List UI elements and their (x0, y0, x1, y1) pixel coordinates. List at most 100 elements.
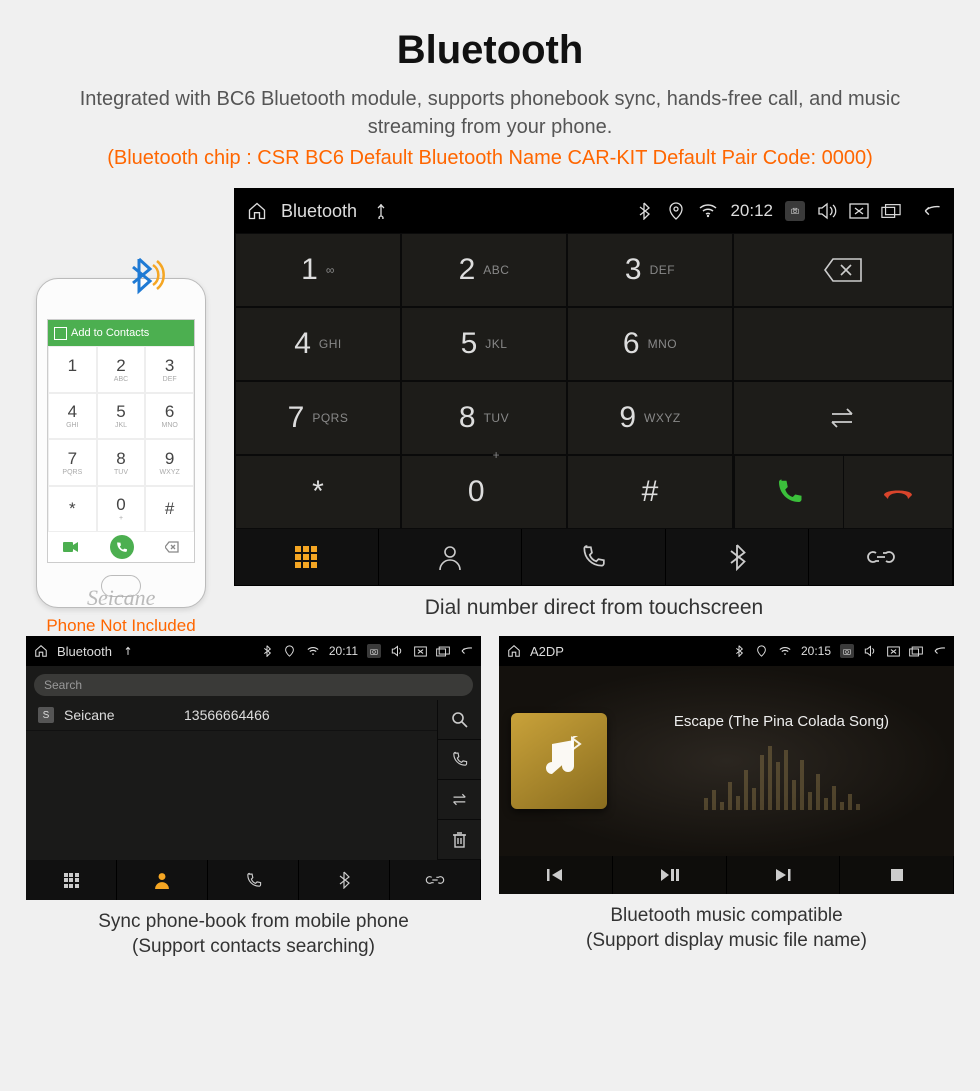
empty-side-1 (733, 307, 953, 381)
volume-icon[interactable] (390, 644, 404, 658)
location-icon (755, 644, 769, 658)
key-hash[interactable]: # (567, 455, 733, 529)
key-3[interactable]: 3DEF (567, 233, 733, 307)
key-1[interactable]: 1∞ (235, 233, 401, 307)
tab-keypad[interactable] (26, 860, 117, 900)
key-2[interactable]: 2ABC (401, 233, 567, 307)
tab-recents[interactable] (208, 860, 299, 900)
keypad-icon (295, 546, 317, 568)
key-9[interactable]: 9WXYZ (567, 381, 733, 455)
key-star[interactable]: * (235, 455, 401, 529)
contact-row[interactable]: S Seicane 13566664466 (26, 700, 437, 731)
page-title: Bluetooth (0, 0, 980, 73)
dialer-status-bar: Bluetooth 20:12 (235, 189, 953, 233)
music-controls (499, 856, 954, 894)
recent-apps-icon[interactable] (909, 644, 923, 658)
music-body: Escape (The Pina Colada Song) (499, 666, 954, 856)
key-7[interactable]: 7PQRS (235, 381, 401, 455)
play-pause-button[interactable] (613, 856, 727, 894)
phonebook-status-bar: Bluetooth 20:11 (26, 636, 481, 666)
status-title: A2DP (530, 644, 564, 659)
key-8[interactable]: 8TUV (401, 381, 567, 455)
phone-caption: Phone Not Included (46, 616, 195, 636)
phone-mockup-column: Add to Contacts 1 2ABC3DEF 4GHI5JKL6MNO … (26, 278, 216, 636)
key-6[interactable]: 6MNO (567, 307, 733, 381)
dial-grid: 1∞ 2ABC 3DEF 4GHI 5JKL 6MNO 7PQRS 8TUV 9… (235, 233, 953, 529)
keypad-icon (64, 873, 79, 888)
screenshot-icon[interactable] (367, 644, 381, 658)
stop-button[interactable] (840, 856, 954, 894)
tab-bluetooth[interactable] (299, 860, 390, 900)
swap-button[interactable] (733, 381, 953, 455)
phonebook-bottom-tabs (26, 860, 481, 900)
sync-button[interactable] (437, 780, 481, 820)
tab-contacts[interactable] (379, 529, 523, 585)
tab-contacts[interactable] (117, 860, 208, 900)
bluetooth-icon (728, 543, 746, 571)
wifi-icon (698, 201, 718, 221)
back-icon[interactable] (932, 644, 946, 658)
delete-button[interactable] (437, 820, 481, 860)
prev-button[interactable] (499, 856, 613, 894)
volume-icon[interactable] (863, 644, 877, 658)
dial-button[interactable] (437, 740, 481, 780)
tab-recents[interactable] (522, 529, 666, 585)
link-icon (866, 547, 896, 567)
phone-topbar-label: Add to Contacts (71, 327, 149, 339)
phone-outline-icon (580, 544, 606, 570)
search-button[interactable] (437, 700, 481, 740)
song-title: Escape (The Pina Colada Song) (621, 713, 942, 730)
home-icon[interactable] (507, 644, 521, 658)
phone-mockup: Add to Contacts 1 2ABC3DEF 4GHI5JKL6MNO … (36, 278, 206, 608)
status-time: 20:12 (730, 201, 773, 221)
screenshot-icon[interactable] (840, 644, 854, 658)
tab-keypad[interactable] (235, 529, 379, 585)
next-button[interactable] (727, 856, 841, 894)
phone-outline-icon (245, 872, 262, 889)
hangup-button[interactable] (843, 456, 952, 528)
status-title: Bluetooth (57, 644, 112, 659)
contact-initial: S (38, 707, 54, 723)
close-screen-icon[interactable] (413, 644, 427, 658)
person-icon (437, 543, 463, 571)
home-icon[interactable] (34, 644, 48, 658)
close-screen-icon[interactable] (849, 201, 869, 221)
usb-icon (371, 201, 391, 221)
back-icon[interactable] (921, 201, 941, 221)
wifi-icon (778, 644, 792, 658)
add-contact-icon (54, 327, 67, 340)
recent-apps-icon[interactable] (436, 644, 450, 658)
bluetooth-icon (338, 871, 350, 889)
music-status-bar: A2DP 20:15 (499, 636, 954, 666)
key-0[interactable]: 0+ (401, 455, 567, 529)
link-icon (425, 873, 445, 887)
recent-apps-icon[interactable] (881, 201, 901, 221)
backspace-button[interactable] (733, 233, 953, 307)
back-icon[interactable] (459, 644, 473, 658)
phone-call-button (110, 535, 134, 559)
screenshot-icon[interactable] (785, 201, 805, 221)
contacts-list: S Seicane 13566664466 (26, 700, 437, 860)
volume-icon[interactable] (817, 201, 837, 221)
tab-pair[interactable] (390, 860, 481, 900)
dialer-caption: Dial number direct from touchscreen (234, 586, 954, 636)
location-icon (666, 201, 686, 221)
tab-pair[interactable] (809, 529, 953, 585)
status-title: Bluetooth (281, 201, 357, 222)
status-time: 20:11 (329, 644, 358, 658)
call-button[interactable] (734, 456, 843, 528)
phonebook-unit: Bluetooth 20:11 Search S Seicane (26, 636, 481, 900)
home-icon[interactable] (247, 201, 267, 221)
key-4[interactable]: 4GHI (235, 307, 401, 381)
phone-keypad: 1 2ABC3DEF 4GHI5JKL6MNO 7PQRS8TUV9WXYZ *… (48, 346, 194, 532)
phone-home-button (101, 575, 141, 597)
page-description: Integrated with BC6 Bluetooth module, su… (0, 73, 980, 141)
close-screen-icon[interactable] (886, 644, 900, 658)
bluetooth-icon (260, 644, 274, 658)
dialer-unit: Bluetooth 20:12 1∞ 2ABC 3DE (234, 188, 954, 586)
usb-icon (121, 644, 135, 658)
bluetooth-icon (732, 644, 746, 658)
key-5[interactable]: 5JKL (401, 307, 567, 381)
search-input[interactable]: Search (34, 674, 473, 696)
tab-bluetooth[interactable] (666, 529, 810, 585)
